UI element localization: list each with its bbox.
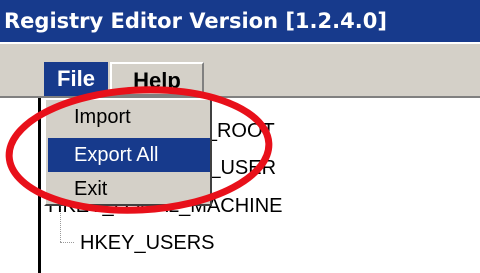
tree-connector [60, 242, 74, 243]
menu-help[interactable]: Help [110, 62, 204, 96]
tree-item-hkey-users[interactable]: HKEY_USERS [80, 231, 215, 255]
menu-item-exit[interactable]: Exit [48, 172, 210, 206]
window-title: Registry Editor Version [1.2.4.0] [0, 0, 480, 42]
menu-item-export-all[interactable]: Export All [48, 138, 210, 172]
menu-bar: File Help [0, 42, 480, 98]
menu-item-import[interactable]: Import [48, 100, 210, 134]
menu-file[interactable]: File [44, 62, 108, 96]
tree-frame-border [38, 98, 41, 273]
file-menu-dropdown: Import Export All Exit [44, 98, 212, 206]
